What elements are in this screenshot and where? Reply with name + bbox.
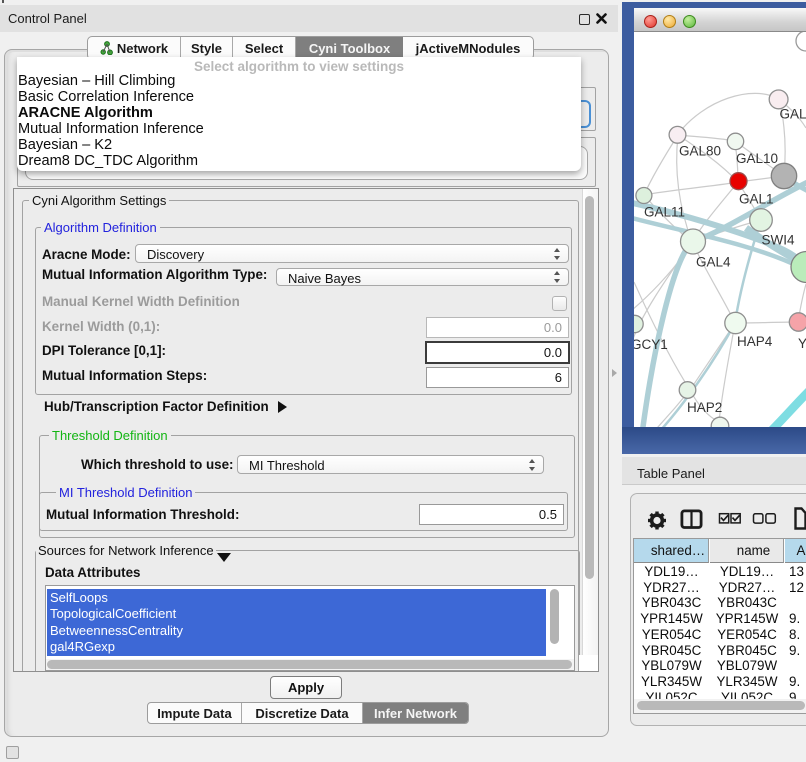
- svg-text:HAP4: HAP4: [737, 334, 773, 349]
- svg-text:GAL2: GAL2: [780, 107, 806, 122]
- svg-text:HAP2: HAP2: [687, 400, 722, 415]
- svg-text:Y: Y: [798, 336, 806, 351]
- svg-text:GAL1: GAL1: [739, 192, 774, 207]
- svg-text:GCY1: GCY1: [634, 337, 668, 352]
- svg-text:GAL10: GAL10: [736, 151, 778, 166]
- svg-text:GAL11: GAL11: [644, 205, 685, 220]
- svg-text:SWI4: SWI4: [762, 233, 795, 248]
- svg-text:GAL80: GAL80: [679, 144, 721, 159]
- svg-text:GAL4: GAL4: [696, 255, 731, 270]
